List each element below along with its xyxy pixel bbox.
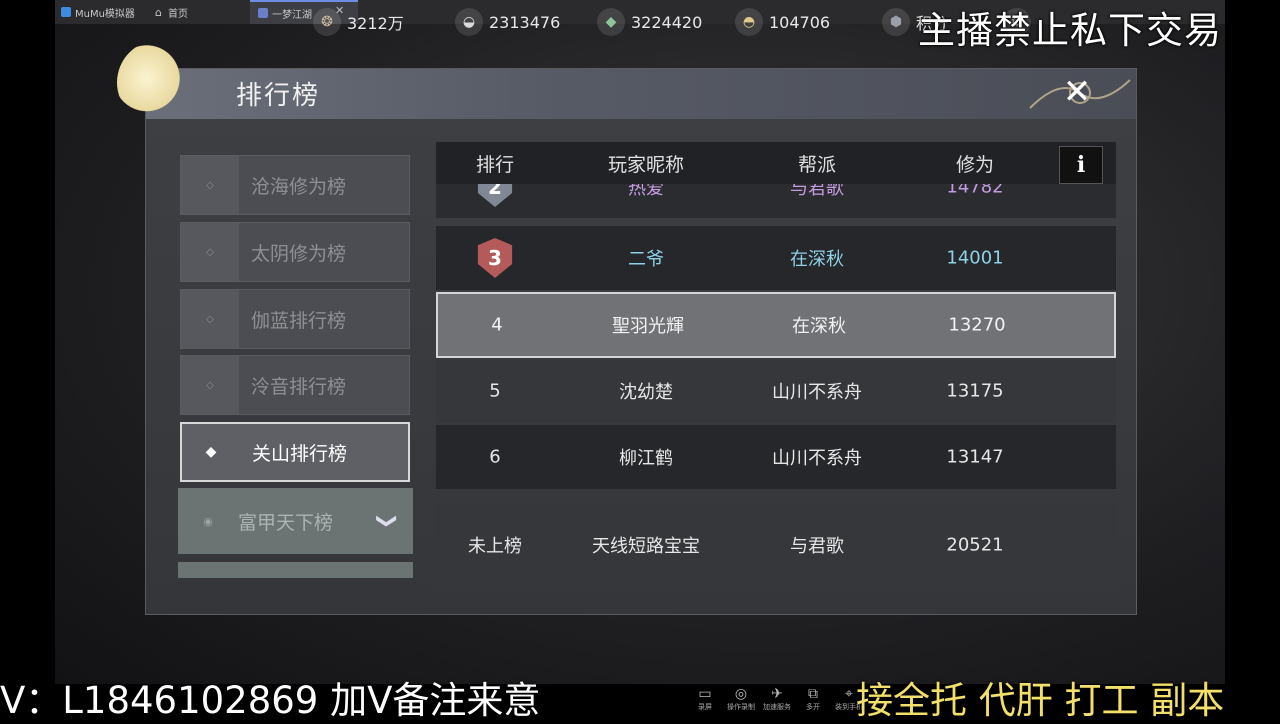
guild-name: 在深秋 <box>790 249 844 270</box>
self-rank-row[interactable]: 未上榜 天线短路宝宝 与君歌 20521 <box>436 504 1116 586</box>
guild-name: 山川不系舟 <box>772 382 862 403</box>
toolbar-label: 多开 <box>806 703 820 711</box>
guild-name: 在深秋 <box>792 316 846 337</box>
resource-0[interactable]: ❂ 3212万 <box>313 8 404 36</box>
service-overlay-text: 接全托 代肝 打工 副本 <box>856 679 1225 722</box>
emulator-app-name: MuMu模拟器 <box>75 8 135 20</box>
coin-icon: ❂ <box>313 8 341 36</box>
close-panel-button[interactable]: ✕ <box>1055 70 1099 114</box>
stream-warning-text: 主播禁止私下交易 <box>918 9 1222 52</box>
resource-1[interactable]: ◒ 2313476 <box>455 8 560 36</box>
sidebar-item-label: 泠音排行榜 <box>251 375 347 398</box>
gold-ingot-icon: ◓ <box>735 8 763 36</box>
header-score: 修为 <box>955 154 995 176</box>
eye-icon: ◉ <box>203 514 213 528</box>
game-app-icon <box>258 8 268 18</box>
diamond-icon: ◇ <box>181 356 239 414</box>
player-name: 柳江鹤 <box>619 448 673 469</box>
jade-icon: ◆ <box>597 8 625 36</box>
table-row-partial[interactable]: 2 热爱 与君歌 14782 <box>436 184 1116 224</box>
diamond-icon: ◇ <box>181 290 239 348</box>
toolbar-item-0[interactable]: ▭ 录屏 <box>690 686 720 720</box>
rank-value: 6 <box>489 446 501 468</box>
panel-title: 排行榜 <box>236 81 321 111</box>
sidebar-item-label: 关山排行榜 <box>252 442 348 465</box>
toolbar-label: 录屏 <box>698 703 712 711</box>
sidebar-item-label: 伽蓝排行榜 <box>251 309 347 332</box>
player-name: 热爱 <box>628 184 664 199</box>
category-dropdown[interactable]: ◉ 富甲天下榜 ❯ <box>178 488 413 554</box>
contact-overlay-text: V：L1846102869 加V备注来意 <box>0 679 541 722</box>
medal-rank-number: 3 <box>488 246 502 270</box>
resource-value: 3212万 <box>347 14 404 33</box>
category-dropdown-next[interactable] <box>178 562 413 578</box>
toolbar-label: 加速服务 <box>763 703 791 711</box>
resource-value: 2313476 <box>489 12 561 32</box>
sidebar-item-3[interactable]: ◇ 泠音排行榜 <box>180 355 410 415</box>
player-name: 聖羽光輝 <box>612 316 684 337</box>
game-tab-label: 一梦江湖 <box>272 9 312 21</box>
category-label: 富甲天下榜 <box>238 511 334 534</box>
panel-header: 排行榜 <box>146 69 1136 119</box>
table-row[interactable]: 3 二爷 在深秋 14001 <box>436 226 1116 290</box>
toolbar-icon: ▭ <box>698 686 712 702</box>
moon-ornament-icon <box>117 40 202 125</box>
sidebar-item-label: 太阴修为榜 <box>251 242 347 265</box>
rank-medal-icon: 2 <box>477 184 513 207</box>
score-value: 14782 <box>946 184 1004 198</box>
header-guild: 帮派 <box>797 154 837 176</box>
emulator-app-tab[interactable]: MuMu模拟器 <box>61 0 135 24</box>
resource-value: 104706 <box>769 12 831 32</box>
self-rank: 未上榜 <box>468 536 522 557</box>
rank-value: 5 <box>489 380 501 402</box>
player-name: 沈幼楚 <box>619 382 673 403</box>
table-row[interactable]: 5 沈幼楚 山川不系舟 13175 <box>436 359 1116 423</box>
score-value: 14001 <box>946 247 1004 269</box>
self-score: 20521 <box>946 534 1004 556</box>
header-name: 玩家昵称 <box>607 154 685 176</box>
info-button[interactable]: i <box>1059 146 1103 184</box>
score-value: 13270 <box>948 314 1006 336</box>
toolbar-item-3[interactable]: ⧉ 多开 <box>798 686 828 720</box>
sidebar-item-4[interactable]: ◆ 关山排行榜 <box>180 422 410 482</box>
table-row[interactable]: 4 聖羽光輝 在深秋 13270 <box>436 292 1116 358</box>
toolbar-label: 操作录制 <box>727 703 755 711</box>
toolbar-icon: ⧉ <box>808 686 818 702</box>
diamond-icon: ◇ <box>181 223 239 281</box>
header-rank: 排行 <box>475 154 515 176</box>
sidebar-item-2[interactable]: ◇ 伽蓝排行榜 <box>180 289 410 349</box>
home-tab-label: 首页 <box>167 8 188 20</box>
table-header: 排行 玩家昵称 帮派 修为 <box>436 142 1116 184</box>
toolbar-icon: ✈ <box>771 686 783 702</box>
diamond-icon: ◇ <box>181 156 239 214</box>
diamond-icon: ◆ <box>205 444 217 460</box>
sidebar-item-1[interactable]: ◇ 太阴修为榜 <box>180 222 410 282</box>
table-row[interactable]: 6 柳江鹤 山川不系舟 13147 <box>436 425 1116 489</box>
toolbar-icon: ◎ <box>734 686 748 702</box>
guild-name: 山川不系舟 <box>772 448 862 469</box>
chevron-down-icon: ❯ <box>376 512 400 530</box>
rank-medal-icon: 3 <box>477 238 513 278</box>
toolbar-item-1[interactable]: ◎ 操作录制 <box>726 686 756 720</box>
resource-2[interactable]: ◆ 3224420 <box>597 8 702 36</box>
sidebar-item-label: 沧海修为榜 <box>251 175 347 198</box>
mumu-logo-icon <box>61 7 71 17</box>
toolbar-item-2[interactable]: ✈ 加速服务 <box>762 686 792 720</box>
guild-name: 与君歌 <box>790 184 844 199</box>
player-name: 二爷 <box>628 249 664 270</box>
medal-rank-number: 2 <box>488 184 502 199</box>
score-value: 13147 <box>946 446 1004 468</box>
sidebar-item-0[interactable]: ◇ 沧海修为榜 <box>180 155 410 215</box>
silver-ingot-icon: ◒ <box>455 8 483 36</box>
self-guild: 与君歌 <box>790 536 844 557</box>
self-name: 天线短路宝宝 <box>592 536 700 557</box>
home-icon: ⌂ <box>155 5 162 19</box>
resource-3[interactable]: ◓ 104706 <box>735 8 830 36</box>
resource-value: 3224420 <box>631 12 703 32</box>
points-icon: ⬢ <box>882 8 910 36</box>
rank-value: 4 <box>491 314 503 336</box>
score-value: 13175 <box>946 380 1004 402</box>
home-tab[interactable]: ⌂ 首页 <box>155 0 188 24</box>
